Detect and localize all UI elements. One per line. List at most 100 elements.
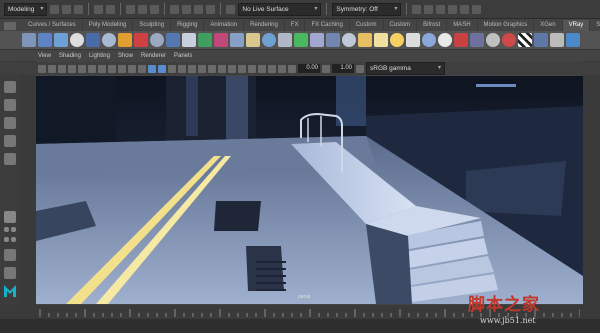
mesh-light-icon[interactable] — [214, 33, 228, 47]
shelf-tab[interactable]: Bifrost — [417, 20, 448, 31]
dome-light-icon[interactable] — [150, 33, 164, 47]
cone-icon[interactable] — [406, 33, 420, 47]
field-chart-icon[interactable] — [118, 64, 126, 73]
shelf-tab[interactable]: Poly Modeling — [83, 20, 134, 31]
shelf-tab[interactable]: Curves / Surfaces — [22, 20, 83, 31]
layout-four-icon[interactable] — [4, 227, 9, 232]
gamma-icon[interactable] — [322, 64, 330, 73]
resolution-gate-icon[interactable] — [98, 64, 106, 73]
rect-light-icon[interactable] — [166, 33, 180, 47]
motion-blur-icon[interactable] — [218, 64, 226, 73]
shadows-icon[interactable] — [198, 64, 206, 73]
leaf-icon[interactable] — [294, 33, 308, 47]
paint-select-icon[interactable] — [4, 99, 16, 111]
mode-dropdown[interactable]: Modeling — [4, 2, 48, 16]
shelf-tab[interactable]: Scripts — [590, 20, 600, 31]
shelf-tab[interactable]: FX Caching — [305, 20, 350, 31]
light-editor-icon[interactable] — [472, 4, 482, 14]
shelf-tab[interactable]: Rigging — [171, 20, 205, 31]
snap-point-icon[interactable] — [194, 4, 204, 14]
live-surface-dropdown[interactable]: No Live Surface — [238, 2, 322, 16]
grid-toggle-icon[interactable] — [78, 64, 86, 73]
move-tool-icon[interactable] — [4, 117, 16, 129]
wireframe-on-shaded-icon[interactable] — [168, 64, 176, 73]
layout-save-icon[interactable] — [4, 267, 16, 279]
menu-show[interactable]: Show — [118, 53, 133, 59]
xray-icon[interactable] — [258, 64, 266, 73]
shelf-tab[interactable]: MASH — [447, 20, 478, 31]
texture-icon[interactable] — [534, 33, 548, 47]
save-scene-icon[interactable] — [74, 4, 84, 14]
red-sphere-icon[interactable] — [502, 33, 516, 47]
shader-ball-icon[interactable] — [342, 33, 356, 47]
menu-lighting[interactable]: Lighting — [89, 53, 110, 59]
render-icon[interactable] — [412, 4, 422, 14]
shelf-tab[interactable]: Rendering — [244, 20, 285, 31]
camera-select-icon[interactable] — [38, 64, 46, 73]
viewport-persp[interactable]: persp — [36, 76, 583, 304]
shelf-tab[interactable]: Sculpting — [133, 20, 172, 31]
image-icon[interactable] — [550, 33, 564, 47]
fire-icon[interactable] — [134, 33, 148, 47]
shelf-tab[interactable]: XGen — [534, 20, 563, 31]
plant-icon[interactable] — [198, 33, 212, 47]
snap-curve-icon[interactable] — [182, 4, 192, 14]
isolate-select-icon[interactable] — [248, 64, 256, 73]
magnet-icon[interactable] — [226, 4, 236, 14]
shelf-tab[interactable]: FX — [285, 20, 306, 31]
scale-tool-icon[interactable] — [4, 153, 16, 165]
xray-joints-icon[interactable] — [268, 64, 276, 73]
layout-outliner-icon[interactable] — [4, 237, 9, 242]
layout-graph-icon[interactable] — [11, 237, 16, 242]
use-lights-icon[interactable] — [188, 64, 196, 73]
camera-attributes-icon[interactable] — [48, 64, 56, 73]
symmetry-dropdown[interactable]: Symmetry: Off — [332, 2, 402, 16]
menu-shading[interactable]: Shading — [59, 53, 81, 59]
shelf-tab[interactable]: Custom — [384, 20, 418, 31]
layout-single-icon[interactable] — [4, 211, 16, 223]
render-view-icon[interactable] — [460, 4, 470, 14]
undo-icon[interactable] — [94, 4, 104, 14]
bookmark-icon[interactable] — [58, 64, 66, 73]
grey-sphere-icon[interactable] — [486, 33, 500, 47]
film-gate-icon[interactable] — [88, 64, 96, 73]
vray-framebuffer-icon[interactable] — [38, 33, 52, 47]
ambient-occlusion-icon[interactable] — [208, 64, 216, 73]
proxy-icon[interactable] — [230, 33, 244, 47]
layout-two-icon[interactable] — [11, 227, 16, 232]
color-management-icon[interactable] — [356, 64, 364, 73]
gate-mask-icon[interactable] — [108, 64, 116, 73]
image-plane-icon[interactable] — [68, 64, 76, 73]
menu-view[interactable]: View — [38, 53, 51, 59]
cube-icon[interactable] — [470, 33, 484, 47]
layout-options-icon[interactable] — [4, 249, 16, 261]
white-sphere-icon[interactable] — [438, 33, 452, 47]
open-scene-icon[interactable] — [62, 4, 72, 14]
safe-title-icon[interactable] — [138, 64, 146, 73]
red-cube-icon[interactable] — [454, 33, 468, 47]
blue-sphere-icon[interactable] — [422, 33, 436, 47]
exposure-field[interactable]: 0.00 — [298, 64, 320, 73]
redo-icon[interactable] — [106, 4, 116, 14]
particles-icon[interactable] — [310, 33, 324, 47]
new-scene-icon[interactable] — [50, 4, 60, 14]
safe-action-icon[interactable] — [128, 64, 136, 73]
script-icon[interactable] — [566, 33, 580, 47]
shelf-tab[interactable]: Custom — [350, 20, 384, 31]
color-space-dropdown[interactable]: sRGB gamma — [366, 62, 445, 75]
grid-icon[interactable] — [326, 33, 340, 47]
shelf-tab-vray[interactable]: VRay — [562, 20, 591, 31]
fur-icon[interactable] — [246, 33, 260, 47]
snap-surface-icon[interactable] — [206, 4, 216, 14]
menu-panels[interactable]: Panels — [174, 53, 192, 59]
textured-icon[interactable] — [178, 64, 186, 73]
plane-icon[interactable] — [278, 33, 292, 47]
gamma-field[interactable]: 1.00 — [332, 64, 354, 73]
rotate-tool-icon[interactable] — [4, 135, 16, 147]
smooth-shade-icon[interactable] — [158, 64, 166, 73]
exposure-icon[interactable] — [288, 64, 296, 73]
sun-light-icon[interactable] — [182, 33, 196, 47]
shelf-tab[interactable]: Animation — [204, 20, 245, 31]
select-hierarchy-icon[interactable] — [126, 4, 136, 14]
multisample-icon[interactable] — [228, 64, 236, 73]
